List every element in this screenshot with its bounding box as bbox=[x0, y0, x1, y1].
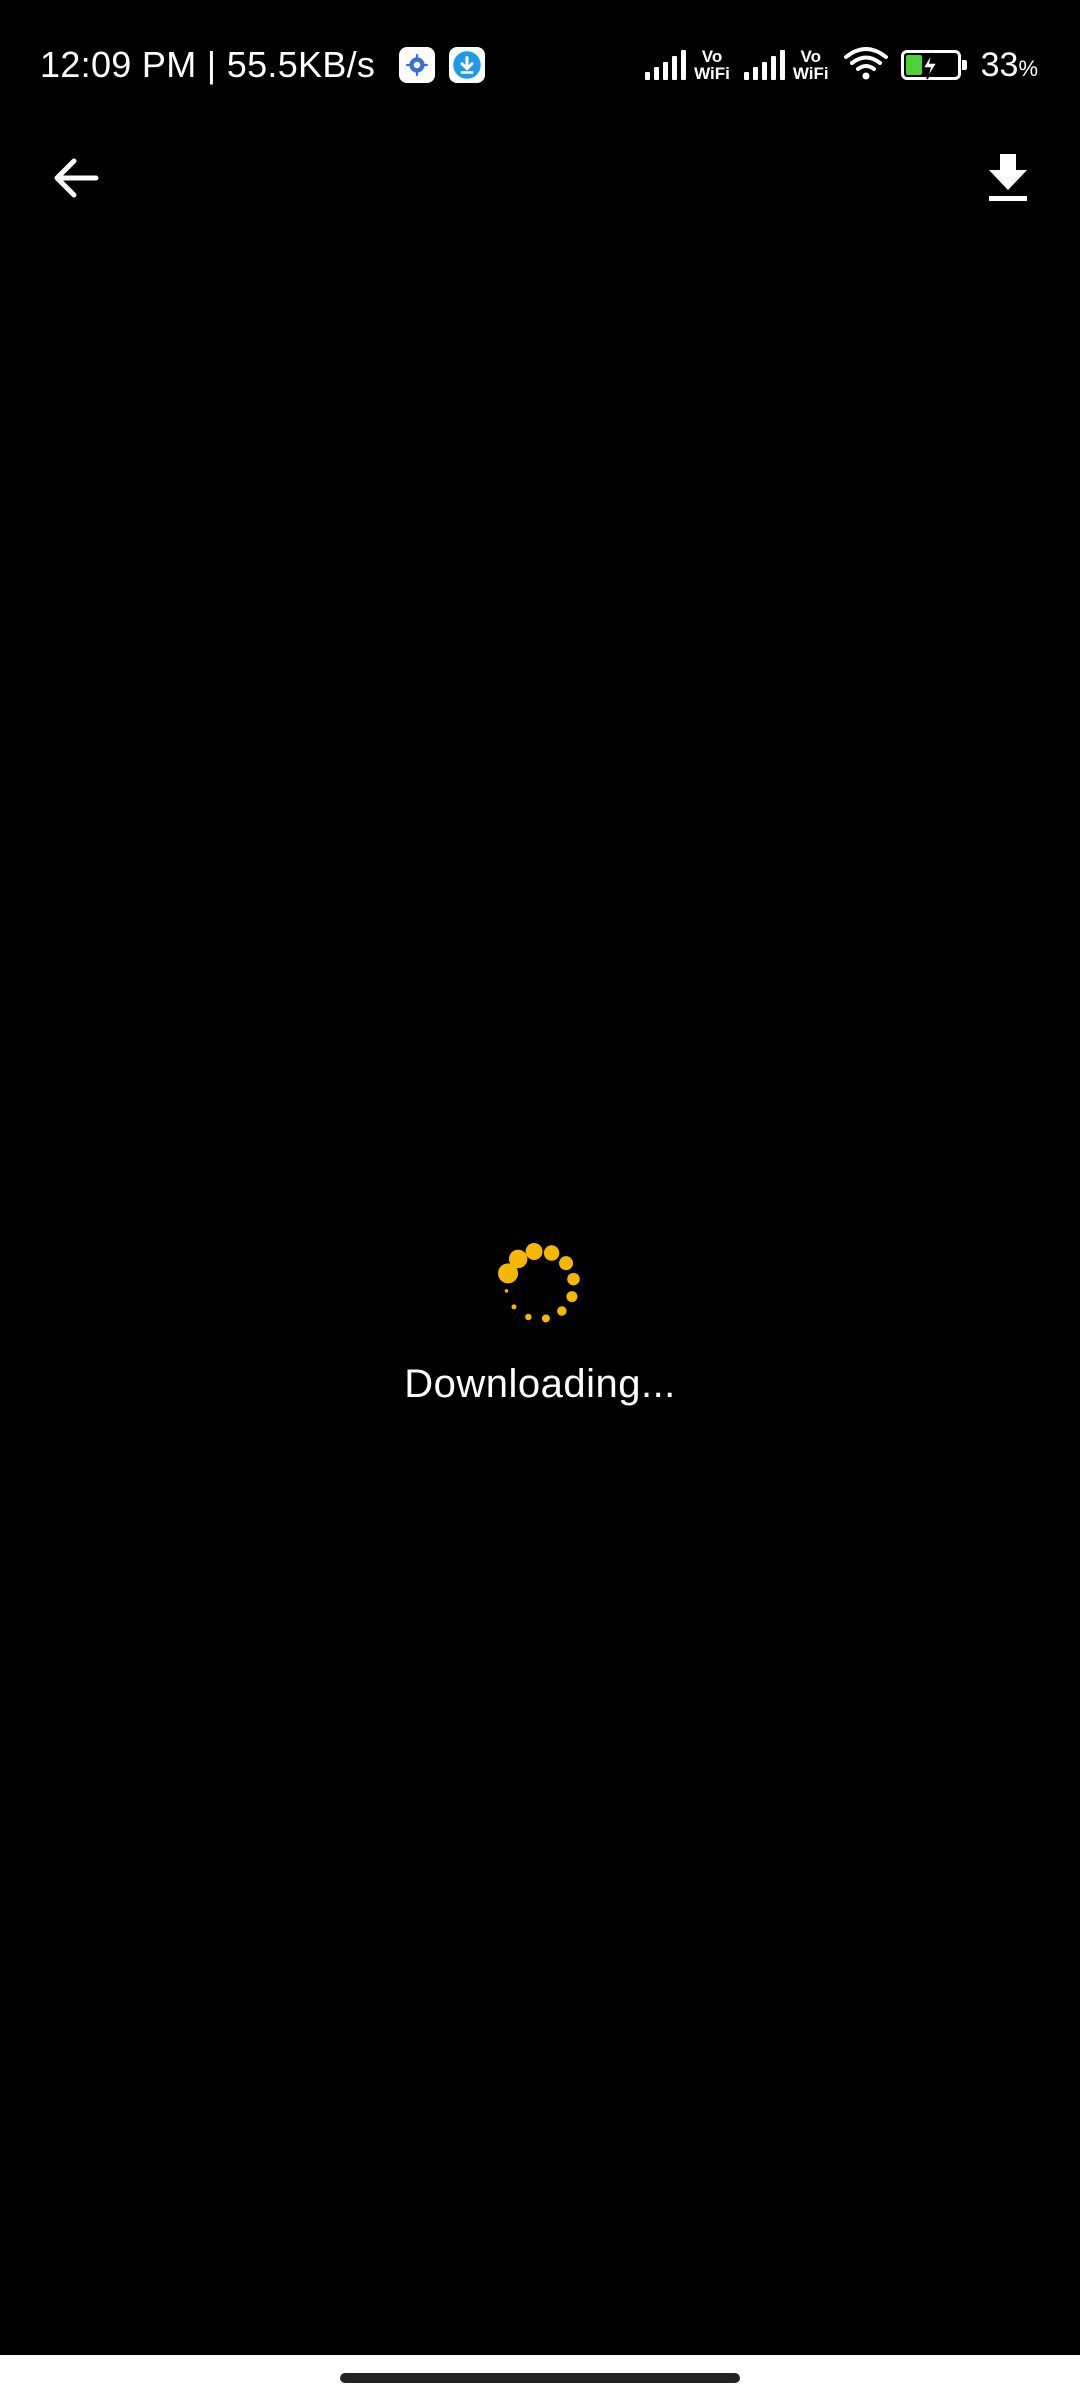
loading-label: Downloading... bbox=[404, 1362, 676, 1406]
status-time-speed: 12:09 PM | 55.5KB/s bbox=[40, 44, 376, 85]
download-button[interactable] bbox=[968, 140, 1048, 220]
download-icon bbox=[986, 152, 1030, 209]
vowifi-icon: Vo WiFi bbox=[694, 48, 730, 82]
navigation-bar bbox=[0, 2355, 1080, 2400]
vowifi-bottom-label: WiFi bbox=[694, 64, 730, 83]
spinner-dot bbox=[543, 1245, 560, 1261]
loading-spinner bbox=[490, 1235, 590, 1335]
toolbar bbox=[0, 130, 1080, 230]
status-bar: 12:09 PM | 55.5KB/s Vo WiFi Vo WiFi 33% bbox=[0, 0, 1080, 130]
battery-percent-value: 33 bbox=[980, 45, 1019, 84]
vowifi-top-label: Vo bbox=[701, 47, 723, 66]
signal-icon bbox=[743, 50, 785, 80]
back-button[interactable] bbox=[36, 140, 116, 220]
home-indicator[interactable] bbox=[340, 2373, 740, 2383]
download-circle-icon bbox=[449, 47, 486, 83]
arrow-left-icon bbox=[52, 156, 100, 205]
vowifi-icon: Vo WiFi bbox=[793, 48, 829, 82]
spinner-dot bbox=[559, 1256, 574, 1271]
spinner-dot bbox=[511, 1304, 517, 1310]
battery-icon bbox=[900, 50, 967, 80]
spinner-dot bbox=[525, 1313, 532, 1321]
spinner-dot bbox=[541, 1314, 550, 1323]
status-left: 12:09 PM | 55.5KB/s bbox=[40, 40, 486, 90]
gear-icon bbox=[399, 47, 436, 83]
vowifi-bottom-label: WiFi bbox=[792, 64, 829, 83]
spinner-dot bbox=[525, 1243, 543, 1261]
spinner-dot bbox=[566, 1291, 578, 1303]
spinner-dot bbox=[567, 1272, 580, 1286]
wifi-icon bbox=[843, 45, 889, 86]
battery-percent-unit: % bbox=[1018, 55, 1038, 81]
spinner-dot bbox=[504, 1289, 509, 1293]
status-right: Vo WiFi Vo WiFi 33% bbox=[645, 42, 1038, 88]
signal-icon bbox=[645, 50, 687, 80]
spinner-dot bbox=[508, 1249, 528, 1269]
spinner-dot bbox=[557, 1306, 567, 1316]
vowifi-top-label: Vo bbox=[800, 47, 821, 66]
battery-percent: 33% bbox=[981, 46, 1038, 85]
charging-bolt-icon bbox=[918, 51, 942, 86]
